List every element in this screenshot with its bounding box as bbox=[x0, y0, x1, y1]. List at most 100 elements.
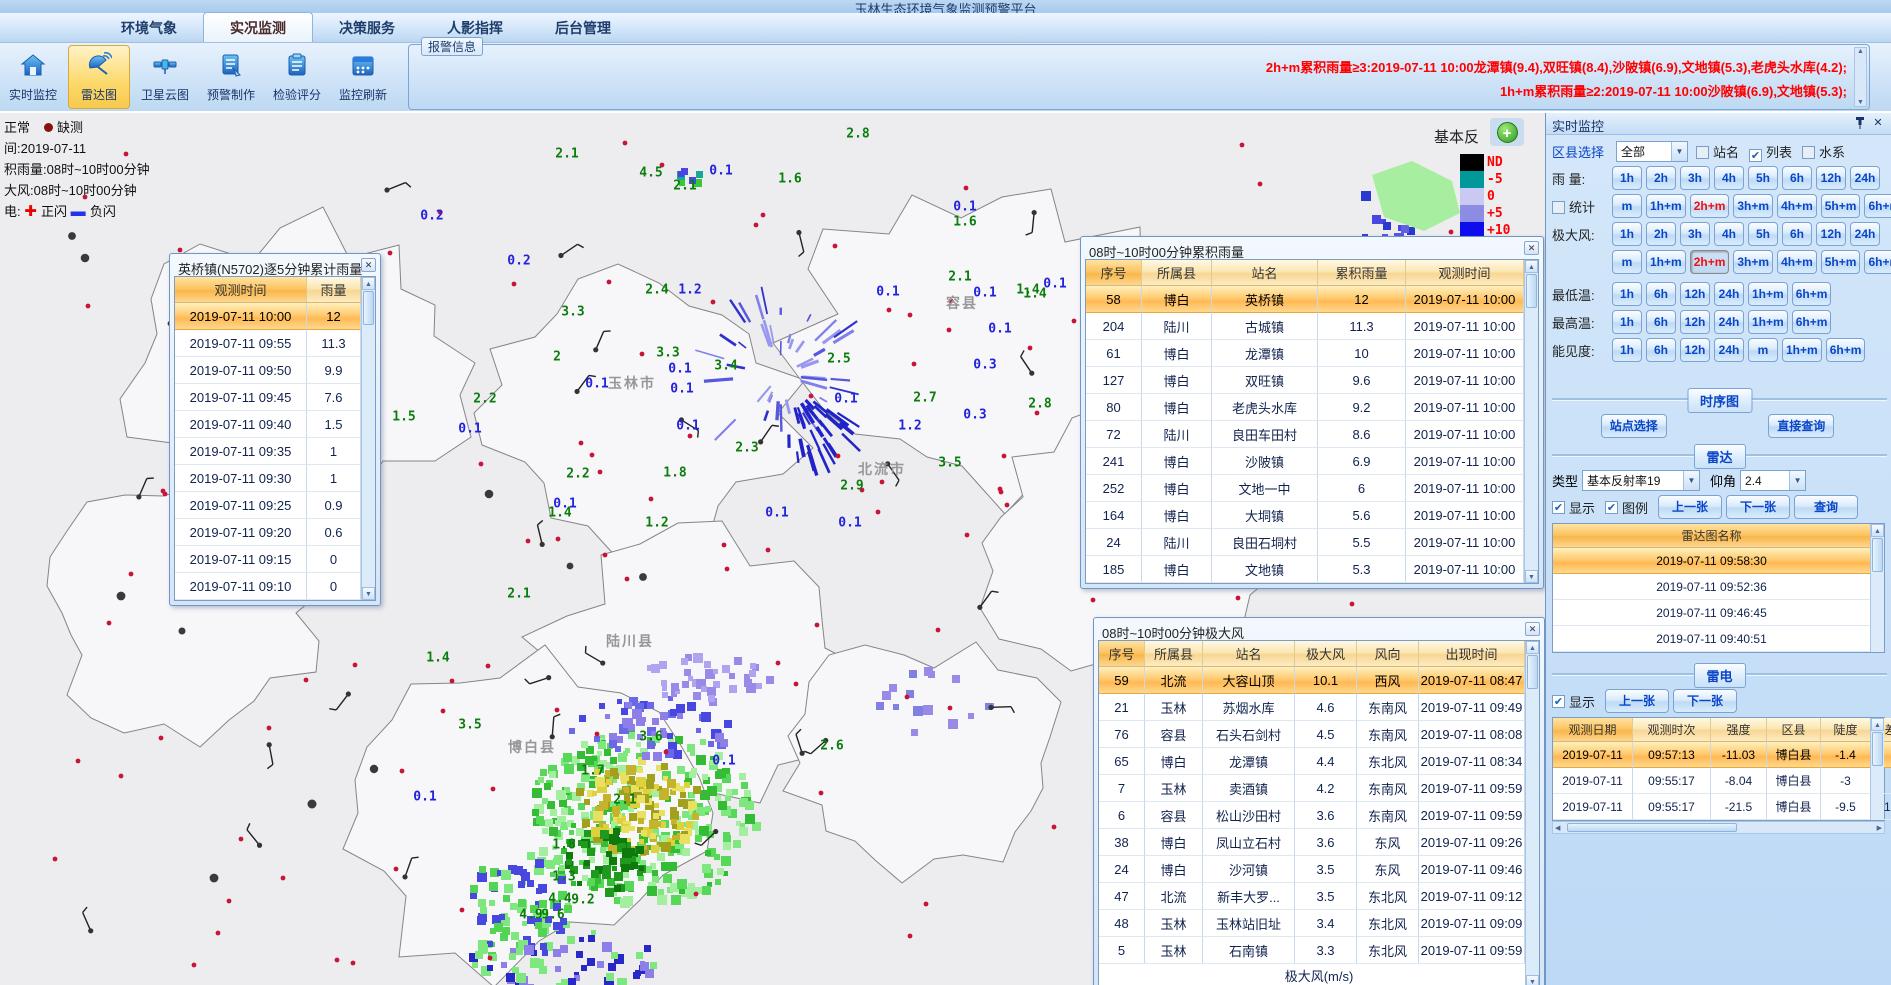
panel-close-icon[interactable]: ✕ bbox=[1871, 116, 1885, 130]
table-row[interactable]: 2019-07-11 09:5511.3 bbox=[175, 330, 375, 357]
column-header-极大风[interactable]: 极大风 bbox=[1295, 641, 1357, 667]
time-button-5h[interactable]: 5h bbox=[1748, 166, 1778, 190]
time-button-2h[interactable]: 2h bbox=[1646, 222, 1676, 246]
scroll-down-icon[interactable]: ▼ bbox=[362, 587, 375, 600]
scroll-thumb[interactable] bbox=[1527, 655, 1538, 689]
column-header-风向[interactable]: 风向 bbox=[1357, 641, 1419, 667]
toolbar-button-监控刷新[interactable]: 监控刷新 bbox=[332, 45, 394, 109]
time-button-6h+m[interactable]: 6h+m bbox=[1826, 338, 1866, 362]
time-button-1h[interactable]: 1h bbox=[1612, 282, 1642, 306]
radar-show-checkbox[interactable]: ✔ bbox=[1552, 501, 1565, 514]
radar-next-button[interactable]: 下一张 bbox=[1726, 495, 1790, 519]
radar-table-scrollbar[interactable]: ▲ bbox=[1870, 524, 1884, 652]
scroll-right-icon[interactable]: ▶ bbox=[1877, 824, 1882, 832]
time-button-4h+m[interactable]: 4h+m bbox=[1777, 194, 1817, 218]
column-header-累积雨量[interactable]: 累积雨量 bbox=[1318, 260, 1406, 286]
table-row[interactable]: 252博白文地一中62019-07-11 10:00 bbox=[1086, 475, 1538, 502]
time-button-1h+m[interactable]: 1h+m bbox=[1748, 310, 1788, 334]
scroll-up-icon[interactable]: ▲ bbox=[362, 277, 375, 290]
window-title-bar[interactable]: 英桥镇(N5702)逐5分钟累计雨量✕ bbox=[174, 256, 376, 276]
radar-prev-button[interactable]: 上一张 bbox=[1658, 495, 1722, 519]
time-button-m[interactable]: m bbox=[1748, 338, 1778, 362]
scroll-up-icon[interactable]: ▲ bbox=[1871, 524, 1884, 537]
toolbar-button-卫星云图[interactable]: 卫星云图 bbox=[134, 45, 196, 109]
table-row[interactable]: 185博白文地镇5.32019-07-11 10:00 bbox=[1086, 556, 1538, 583]
time-button-1h+m[interactable]: 1h+m bbox=[1748, 282, 1788, 306]
table-row[interactable]: 2019-07-11 09:150 bbox=[175, 546, 375, 573]
lightning-show-checkbox[interactable]: ✔ bbox=[1552, 695, 1565, 708]
toolbar-button-预警制作[interactable]: 预警制作 bbox=[200, 45, 262, 109]
time-button-6h+m[interactable]: 6h+m bbox=[1792, 282, 1832, 306]
table-row[interactable]: 241博白沙陂镇6.92019-07-11 10:00 bbox=[1086, 448, 1538, 475]
column-header-观测时间[interactable]: 观测时间 bbox=[175, 277, 307, 303]
time-button-6h[interactable]: 6h bbox=[1646, 310, 1676, 334]
time-button-m[interactable]: m bbox=[1612, 250, 1642, 274]
time-button-24h[interactable]: 24h bbox=[1714, 310, 1744, 334]
radar-elevation-dropdown[interactable]: 2.4▼ bbox=[1740, 470, 1806, 491]
window-close-icon[interactable]: ✕ bbox=[361, 258, 376, 272]
scroll-thumb[interactable] bbox=[363, 291, 374, 325]
option-水系-checkbox[interactable] bbox=[1802, 146, 1815, 159]
table-row[interactable]: 2019-07-11 09:351 bbox=[175, 438, 375, 465]
lightning-hscrollbar[interactable]: ◀▶ bbox=[1552, 821, 1885, 834]
menu-tab-5[interactable]: 后台管理 bbox=[529, 13, 637, 42]
time-button-1h+m[interactable]: 1h+m bbox=[1646, 250, 1686, 274]
time-button-2h+m[interactable]: 2h+m bbox=[1690, 250, 1730, 274]
table-scrollbar[interactable]: ▲▼ bbox=[1525, 641, 1539, 985]
window-close-icon[interactable]: ✕ bbox=[1525, 622, 1540, 636]
district-dropdown[interactable]: 全部▼ bbox=[1616, 141, 1688, 162]
time-button-6h[interactable]: 6h bbox=[1646, 338, 1676, 362]
time-button-3h[interactable]: 3h bbox=[1680, 222, 1710, 246]
lightning-next-button[interactable]: 下一张 bbox=[1673, 689, 1737, 713]
scroll-thumb[interactable] bbox=[1872, 538, 1883, 572]
option-列表-checkbox[interactable]: ✔ bbox=[1749, 149, 1762, 162]
radar-table-row[interactable]: 2019-07-11 09:40:51 bbox=[1553, 626, 1884, 652]
time-button-1h+m[interactable]: 1h+m bbox=[1782, 338, 1822, 362]
hscroll-thumb[interactable] bbox=[1567, 823, 1737, 832]
table-row[interactable]: 5玉林石南镇3.3东北风2019-07-11 09:59 bbox=[1099, 937, 1539, 964]
column-header-所属县[interactable]: 所属县 bbox=[1145, 641, 1203, 667]
table-row[interactable]: 2019-07-11 09:250.9 bbox=[175, 492, 375, 519]
table-row[interactable]: 2019-07-11 09:200.6 bbox=[175, 519, 375, 546]
lightning-table-row[interactable]: 2019-07-1109:57:13-11.03博白县-1.4 bbox=[1553, 742, 1884, 768]
radar-legend-checkbox[interactable]: ✔ bbox=[1605, 501, 1618, 514]
window-close-icon[interactable]: ✕ bbox=[1524, 241, 1539, 255]
column-header-所属县[interactable]: 所属县 bbox=[1142, 260, 1212, 286]
column-header-观测时间[interactable]: 观测时间 bbox=[1406, 260, 1524, 286]
time-button-24h[interactable]: 24h bbox=[1714, 338, 1744, 362]
alarm-scrollbar[interactable]: ▲ ▼ bbox=[1854, 47, 1867, 107]
time-button-1h[interactable]: 1h bbox=[1612, 222, 1642, 246]
lightning-table-scrollbar[interactable]: ▲ bbox=[1870, 718, 1884, 820]
column-header-雨量[interactable]: 雨量 bbox=[307, 277, 361, 303]
scroll-up-icon[interactable]: ▲ bbox=[1871, 718, 1884, 731]
time-button-6h+m[interactable]: 6h+m bbox=[1792, 310, 1832, 334]
lightning-prev-button[interactable]: 上一张 bbox=[1605, 689, 1669, 713]
table-row[interactable]: 2019-07-11 09:100 bbox=[175, 573, 375, 600]
radar-query-button[interactable]: 查询 bbox=[1794, 495, 1858, 519]
table-row[interactable]: 127博白双旺镇9.62019-07-11 10:00 bbox=[1086, 367, 1538, 394]
time-button-4h+m[interactable]: 4h+m bbox=[1777, 250, 1817, 274]
table-row[interactable]: 76容县石头石剑村4.5东南风2019-07-11 08:08 bbox=[1099, 721, 1539, 748]
time-button-1h[interactable]: 1h bbox=[1612, 338, 1642, 362]
time-button-m[interactable]: m bbox=[1612, 194, 1642, 218]
time-button-4h[interactable]: 4h bbox=[1714, 166, 1744, 190]
time-button-12h[interactable]: 12h bbox=[1816, 166, 1846, 190]
table-row[interactable]: 38博白凤山立石村3.6东风2019-07-11 09:26 bbox=[1099, 829, 1539, 856]
scroll-down-icon[interactable]: ▼ bbox=[1526, 975, 1539, 985]
time-button-5h+m[interactable]: 5h+m bbox=[1821, 194, 1861, 218]
column-header-陡度[interactable]: 陡度 bbox=[1821, 718, 1871, 742]
table-row[interactable]: 72陆川良田车田村8.62019-07-11 10:00 bbox=[1086, 421, 1538, 448]
pin-icon[interactable] bbox=[1853, 116, 1867, 130]
time-button-1h+m[interactable]: 1h+m bbox=[1646, 194, 1686, 218]
table-row[interactable]: 24博白沙河镇3.5东风2019-07-11 09:46 bbox=[1099, 856, 1539, 883]
legend-add-button[interactable]: + bbox=[1490, 118, 1524, 146]
column-header-出现时间[interactable]: 出现时间 bbox=[1419, 641, 1525, 667]
column-header-强度[interactable]: 强度 bbox=[1711, 718, 1767, 742]
time-button-3h+m[interactable]: 3h+m bbox=[1733, 194, 1773, 218]
scroll-down-icon[interactable]: ▼ bbox=[1525, 570, 1538, 583]
table-row[interactable]: 6容县松山沙田村3.6东南风2019-07-11 09:59 bbox=[1099, 802, 1539, 829]
scroll-up-icon[interactable]: ▲ bbox=[1526, 641, 1539, 654]
window-title-bar[interactable]: 08时~10时00分钟累积雨量✕ bbox=[1085, 239, 1539, 259]
time-button-4h[interactable]: 4h bbox=[1714, 222, 1744, 246]
table-row[interactable]: 2019-07-11 09:401.5 bbox=[175, 411, 375, 438]
